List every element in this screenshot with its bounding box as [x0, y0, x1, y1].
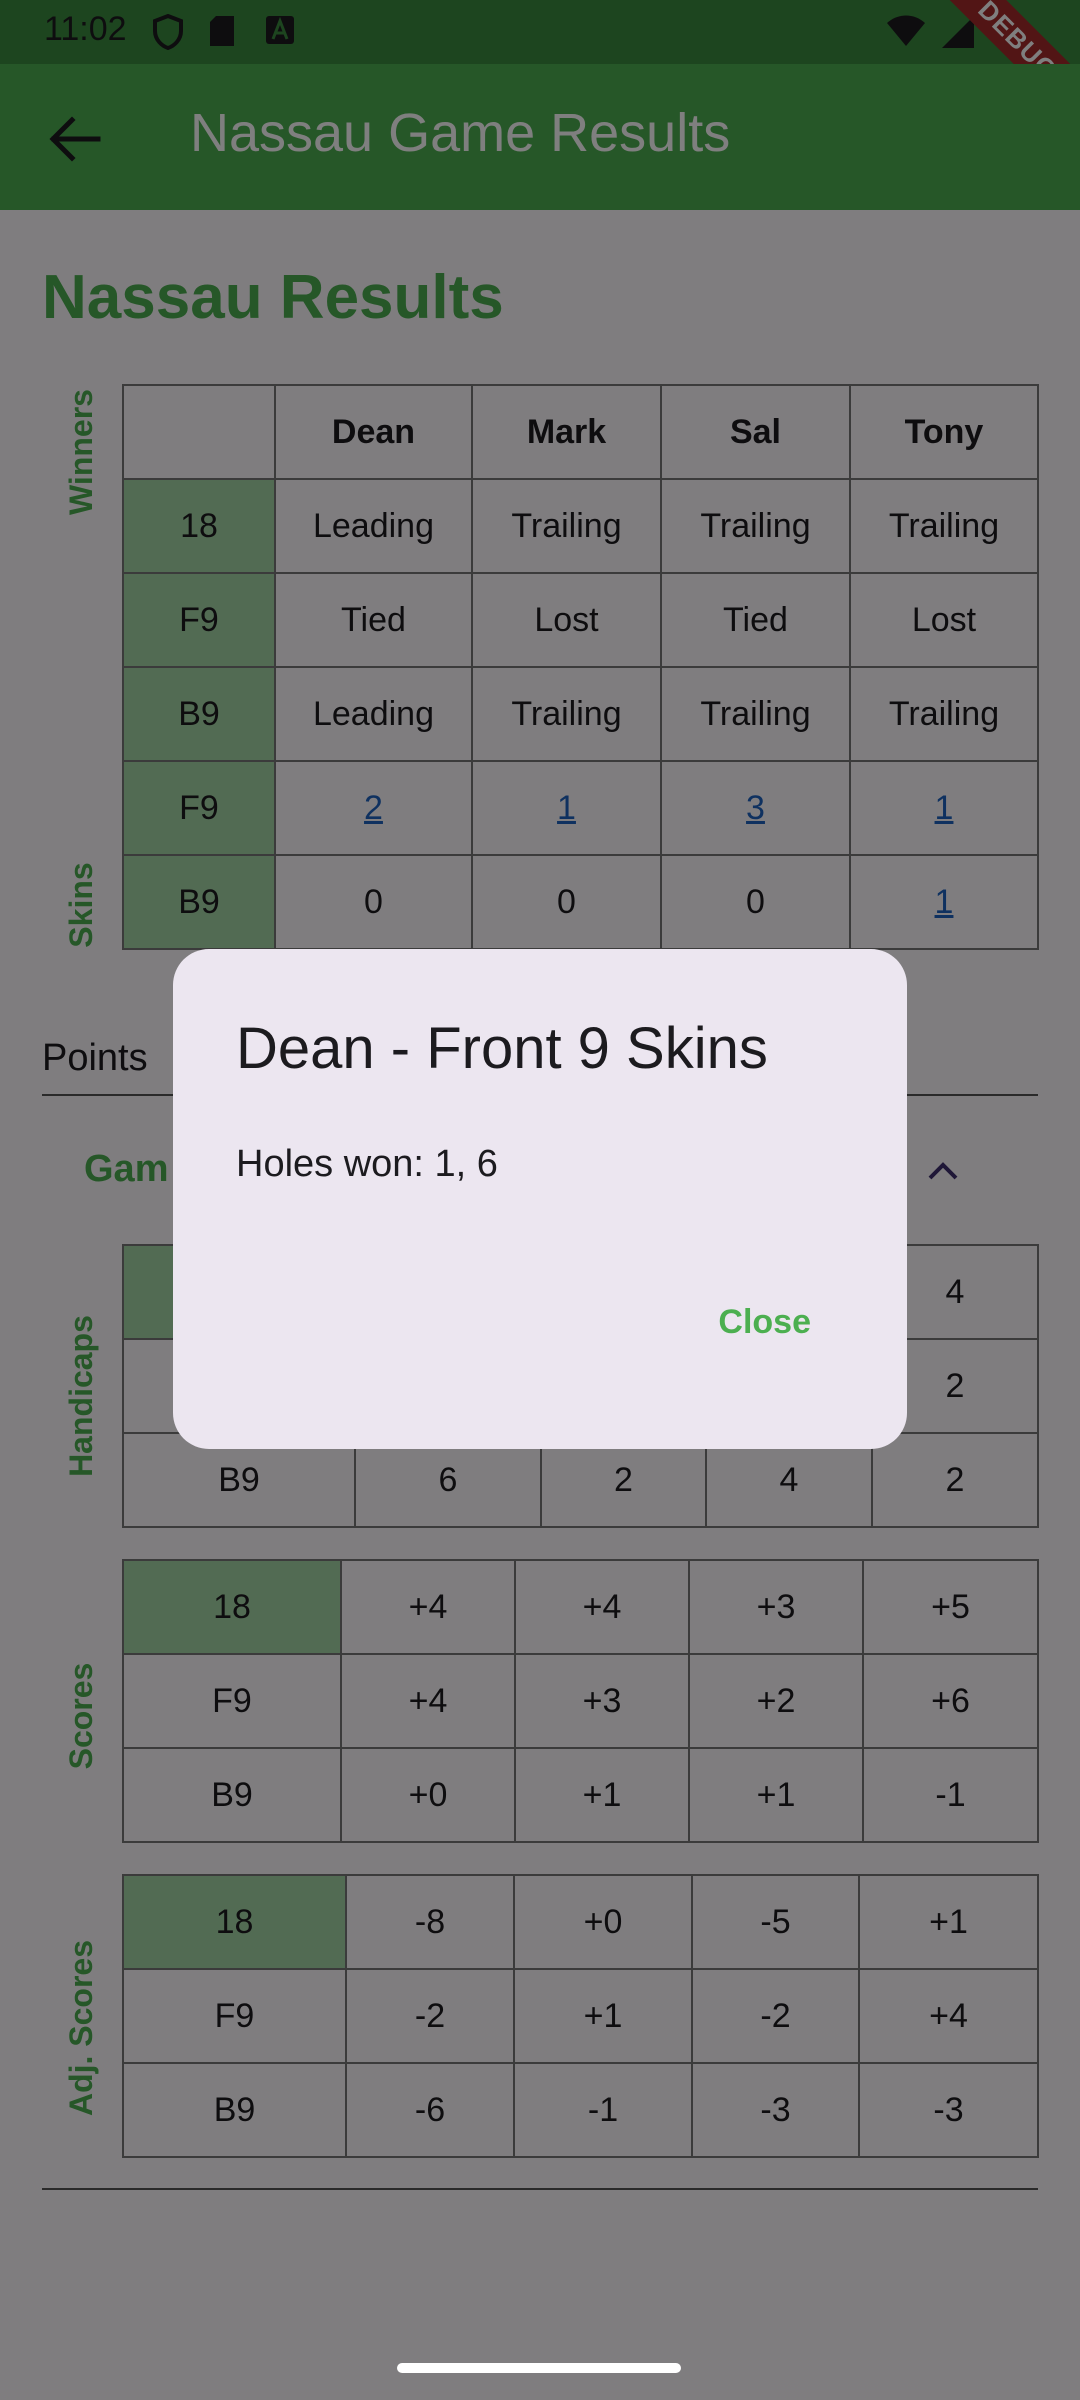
close-button[interactable]: Close [718, 1303, 811, 1342]
gesture-handle[interactable] [397, 2363, 681, 2373]
dialog-body: Holes won: 1, 6 [236, 1143, 498, 1185]
skins-dialog: Dean - Front 9 Skins Holes won: 1, 6 Clo… [173, 949, 907, 1449]
dialog-title: Dean - Front 9 Skins [236, 1016, 768, 1081]
